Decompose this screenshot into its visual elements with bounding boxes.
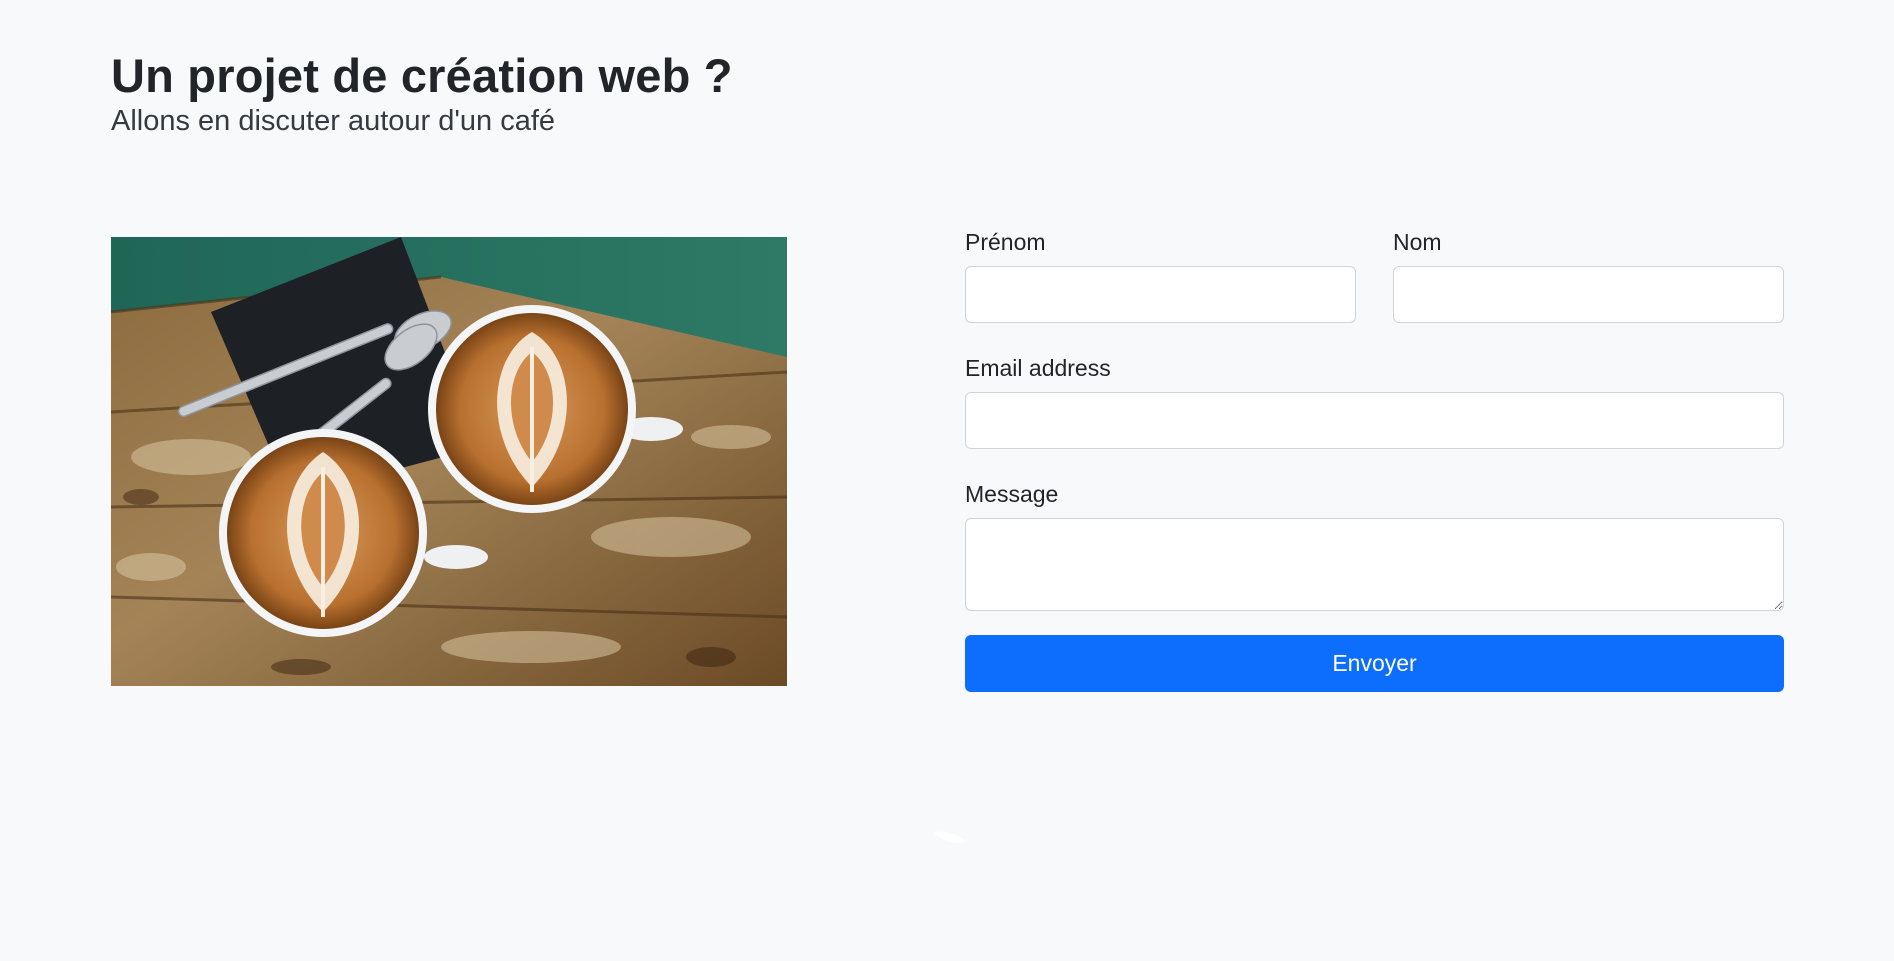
page-subtitle: Allons en discuter autour d'un café bbox=[111, 105, 556, 137]
header: Un projet de création web ? Allons en di… bbox=[111, 48, 733, 138]
message-label: Message bbox=[965, 481, 1059, 507]
name-row: Prénom Nom bbox=[965, 224, 1784, 323]
first-name-group: Prénom bbox=[965, 224, 1356, 323]
last-name-group: Nom bbox=[1393, 224, 1784, 323]
page: Un projet de création web ? Allons en di… bbox=[0, 0, 1894, 961]
contact-form: Prénom Nom Email address Message Envoyer bbox=[965, 224, 1784, 692]
email-label: Email address bbox=[965, 355, 1111, 381]
page-title: Un projet de création web ? bbox=[111, 49, 733, 102]
message-group: Message bbox=[965, 476, 1784, 611]
first-name-input[interactable] bbox=[965, 266, 1356, 323]
cursor-smudge-icon bbox=[934, 831, 966, 843]
email-group: Email address bbox=[965, 350, 1784, 449]
email-input[interactable] bbox=[965, 392, 1784, 449]
message-textarea[interactable] bbox=[965, 518, 1784, 611]
last-name-label: Nom bbox=[1393, 229, 1442, 255]
last-name-input[interactable] bbox=[1393, 266, 1784, 323]
first-name-label: Prénom bbox=[965, 229, 1046, 255]
coffee-photo bbox=[111, 237, 787, 686]
submit-button[interactable]: Envoyer bbox=[965, 635, 1784, 692]
